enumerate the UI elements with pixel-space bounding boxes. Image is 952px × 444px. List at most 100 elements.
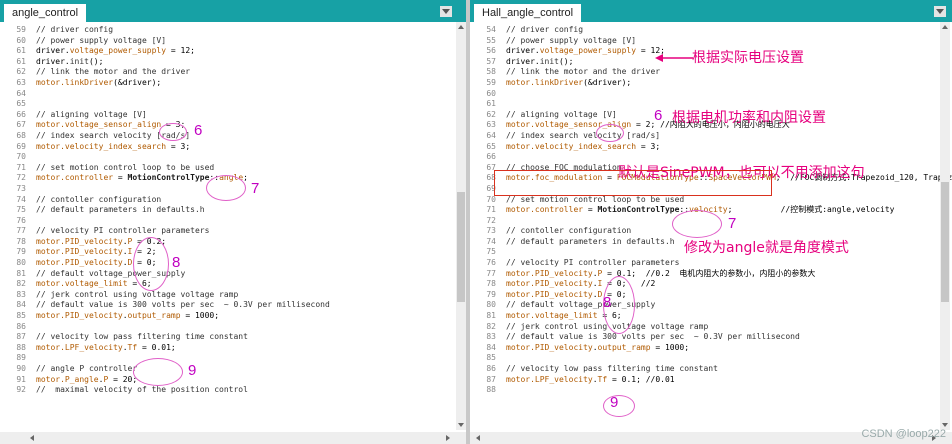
line-number: 67 [16,120,26,130]
code-line[interactable]: 58 // link the motor and the driver [470,67,952,78]
code-line[interactable]: 60 // power supply voltage [V] [0,36,330,47]
code-token: // link the motor and the driver [506,67,661,77]
code-line[interactable]: 60 [470,89,952,100]
highlight-ellipse [133,237,169,291]
scroll-down-icon[interactable] [458,423,464,427]
code-line[interactable]: 73 [0,184,330,195]
code-line[interactable]: 59 // driver config [0,25,330,36]
code-line[interactable]: 61 driver.init(); [0,57,330,68]
code-line[interactable]: 62 // link the motor and the driver [0,67,330,78]
code-line[interactable]: 64 // index search velocity [rad/s] [470,131,952,142]
code-line[interactable]: 76 [0,216,330,227]
line-number: 61 [16,46,26,56]
code-token: motor. [36,311,65,321]
code-line[interactable]: 77 motor.PID_velocity.P = 0.1; //0.2 电机内阻… [470,269,952,280]
code-line[interactable]: 64 [0,89,330,100]
line-number: 75 [16,205,26,215]
code-line[interactable]: 87 motor.LPF_velocity.Tf = 0.1; //0.01 [470,375,952,386]
code-token: // default parameters in defaults.h [506,236,675,246]
code-line[interactable]: 55 // power supply voltage [V] [470,36,952,47]
tab-menu-chevron-icon[interactable] [934,6,946,17]
code-line[interactable]: 84 // default value is 300 volts per sec … [0,300,329,311]
code-line[interactable]: 65 motor.velocity_index_search = 3; [470,142,952,153]
code-line[interactable]: 77 // velocity PI controller parameters [0,226,330,237]
code-token: controller [64,173,114,183]
line-number: 72 [16,173,26,183]
code-line[interactable]: 66 // aligning voltage [V] [0,110,330,121]
code-line[interactable]: 65 [0,99,330,110]
code-line[interactable]: 87 // velocity low pass filtering time co… [0,332,330,343]
code-line[interactable]: 54 // driver config [470,25,952,36]
tab-menu-chevron-icon[interactable] [440,6,452,17]
line-number: 59 [16,25,26,34]
line-number: 84 [486,342,496,352]
code-line[interactable]: 71 // set motion control loop to be used [0,163,330,174]
code-line[interactable]: 79 motor.PID_velocity.D = 0; [470,290,952,301]
code-line[interactable]: 76 // velocity PI controller parameters [470,258,952,269]
scroll-down-icon[interactable] [942,423,948,427]
scroll-thumb[interactable] [941,182,949,302]
scroll-left-icon[interactable] [30,435,34,441]
code-line[interactable]: 86 // velocity low pass filtering time co… [470,364,952,375]
scroll-up-icon[interactable] [942,25,948,29]
annotation-number: 9 [188,362,197,379]
code-line[interactable]: 72 motor.controller = MotionControlType::… [0,173,330,184]
line-number: 55 [486,35,496,45]
line-number: 57 [486,56,496,66]
code-token: LPF_velocity [64,342,123,352]
code-token: = 0.1; //0.2 电机内阻大的参数小，内阻小的参数大 [602,268,816,278]
code-token: output_ramp [127,311,181,321]
code-token: PID_velocity [64,258,123,268]
vertical-scrollbar[interactable] [940,22,950,430]
code-token: = 3; [166,141,191,151]
code-area[interactable]: 59 // driver config 60 // power supply volt… [0,25,330,396]
tab-angle-control[interactable]: angle_control [4,4,87,22]
code-token: motor. [506,374,535,384]
code-line[interactable]: 86 [0,322,330,333]
code-token: voltage_limit [64,279,128,289]
code-token: motor. [506,279,535,289]
code-line[interactable]: 80// default voltage_power_supply [470,300,952,311]
code-token: = 1000; [650,342,690,352]
line-number: 63 [16,77,26,87]
code-token: voltage_sensor_align [64,120,162,130]
code-line[interactable]: 82// jerk control using voltage voltage … [470,322,952,333]
code-token: output_ramp [597,342,651,352]
code-line[interactable]: 74 // contoller configuration [0,195,330,206]
line-number: 76 [486,258,496,268]
scroll-up-icon[interactable] [458,25,464,29]
code-line[interactable]: 69 motor.velocity_index_search = 3; [0,142,330,153]
code-line[interactable]: 92 // maximal velocity of the position co… [0,385,330,396]
code-token: // angle P controller [36,364,138,373]
code-line[interactable]: 61 [470,99,952,110]
code-line[interactable]: 85 motor.PID_velocity.output_ramp = 1000; [0,311,330,322]
code-line[interactable]: 75 // default parameters in defaults.h [0,205,330,216]
code-line[interactable]: 70 [0,152,330,163]
code-line[interactable]: 66 [470,152,952,163]
scroll-right-icon[interactable] [446,435,450,441]
code-line[interactable]: 84 motor.PID_velocity.output_ramp = 1000; [470,343,952,354]
scroll-left-icon[interactable] [476,435,480,441]
code-token: Tf [127,342,138,352]
code-token: (); [88,56,104,66]
horizontal-scrollbar[interactable] [0,432,466,444]
code-line[interactable]: 59 motor.linkDriver(&driver); [470,78,952,89]
code-line[interactable]: 83 // default value is 300 volts per sec … [470,332,952,343]
code-line[interactable]: 61 driver.voltage_power_supply = 12; [0,46,330,57]
code-line[interactable]: 88 [470,385,952,396]
code-line[interactable]: 83 // jerk control using voltage voltage … [0,290,330,301]
code-line[interactable]: 70// set motion control loop to be used [470,195,952,206]
code-line[interactable]: 63 motor.linkDriver(&driver); [0,78,330,89]
tab-hall-angle-control[interactable]: Hall_angle_control [474,4,582,22]
code-token: // default value is 300 volts per sec ~ … [506,332,800,342]
code-line[interactable]: 85 [470,353,952,364]
code-token: // velocity low pass filtering time cons… [506,364,718,373]
code-line[interactable]: 88 motor.LPF_velocity.Tf = 0.01; [0,343,330,354]
code-token: // maximal velocity of the position cont… [36,385,248,395]
code-area[interactable]: 54 // driver config 55 // power supply volt… [470,25,952,396]
code-line[interactable]: 81 motor.voltage_limit = 6; [470,311,952,322]
code-line[interactable]: 78 motor.PID_velocity.I = 0; //2 [470,279,952,290]
scroll-thumb[interactable] [457,192,465,302]
vertical-scrollbar[interactable] [456,22,466,430]
line-number: 54 [486,25,496,34]
